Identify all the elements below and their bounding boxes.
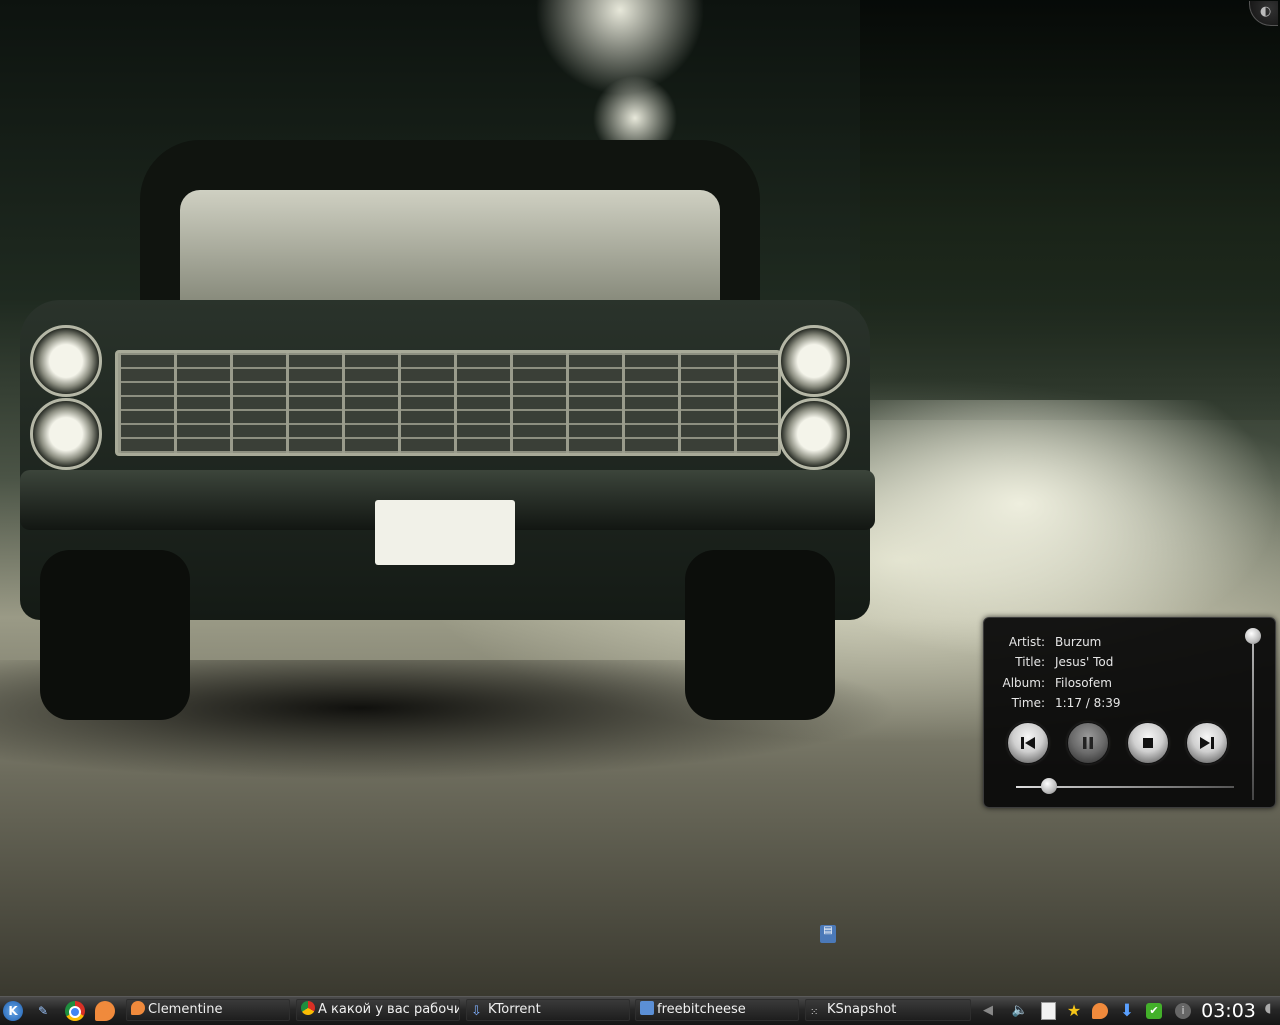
title-label: Title: bbox=[1015, 655, 1045, 670]
clementine-icon[interactable] bbox=[95, 1001, 115, 1021]
ktorrent-icon: ⇩ bbox=[471, 1004, 482, 1019]
time-row: Time: 1:17 / 8:39 bbox=[984, 693, 1224, 713]
time-value: 1:17 / 8:39 bbox=[1055, 695, 1121, 710]
car-headlight bbox=[778, 325, 850, 397]
kmail-icon[interactable]: ✎ bbox=[33, 1001, 53, 1021]
car-grille bbox=[115, 350, 781, 456]
star-icon[interactable]: ★ bbox=[1064, 1001, 1084, 1021]
title-value: Jesus' Tod bbox=[1055, 655, 1114, 670]
desktop-file-icon[interactable]: ▤ bbox=[820, 925, 836, 943]
panel-toolbox-icon[interactable]: ◖ bbox=[1258, 999, 1278, 1021]
notifications-icon[interactable]: i bbox=[1173, 1001, 1193, 1021]
now-playing-widget: Artist: Burzum Title: Jesus' Tod Album: Fil… bbox=[983, 617, 1276, 808]
kde-menu-icon[interactable]: K bbox=[3, 1001, 23, 1021]
car-headlight bbox=[778, 398, 850, 470]
download-icon[interactable]: ⬇ bbox=[1117, 1001, 1137, 1021]
task-kopete[interactable]: freebitcheese bbox=[635, 999, 799, 1021]
task-clementine[interactable]: Clementine bbox=[126, 999, 290, 1021]
desktop-wallpaper bbox=[0, 0, 1280, 996]
pause-icon bbox=[1083, 737, 1093, 749]
clementine-icon bbox=[131, 1001, 145, 1015]
volume-slider-track[interactable] bbox=[1252, 632, 1254, 800]
title-row: Title: Jesus' Tod bbox=[984, 652, 1224, 672]
chrome-icon[interactable] bbox=[65, 1001, 85, 1021]
previous-icon bbox=[1021, 737, 1035, 749]
task-label: freebitcheese bbox=[657, 1002, 746, 1017]
car-headlight bbox=[30, 325, 102, 397]
task-ksnapshot[interactable]: ⁙ KSnapshot bbox=[805, 999, 971, 1021]
task-label: А какой у вас рабочи bbox=[318, 1002, 460, 1017]
taskbar: K ✎ Clementine А какой у вас рабочи ⇩ KTo… bbox=[0, 996, 1280, 1025]
stop-icon bbox=[1143, 738, 1153, 748]
album-value: Filosofem bbox=[1055, 675, 1112, 690]
ksnapshot-icon: ⁙ bbox=[810, 1007, 819, 1018]
clementine-icon[interactable] bbox=[1090, 1001, 1110, 1021]
pause-button[interactable] bbox=[1067, 722, 1109, 764]
playback-controls bbox=[1005, 722, 1228, 766]
next-button[interactable] bbox=[1186, 722, 1228, 764]
artist-value: Burzum bbox=[1055, 635, 1102, 649]
volume-icon[interactable]: 🔈 bbox=[1010, 1001, 1030, 1021]
seek-slider-handle[interactable] bbox=[1040, 778, 1057, 794]
track-info: Artist: Burzum Title: Jesus' Tod Album: Fil… bbox=[984, 632, 1224, 713]
clock[interactable]: 03:03 bbox=[1201, 998, 1256, 1024]
car-tire bbox=[40, 550, 190, 720]
clipboard-icon[interactable] bbox=[1038, 1001, 1058, 1021]
task-ktorrent[interactable]: ⇩ KTorrent bbox=[466, 999, 630, 1021]
tray-arrow-icon[interactable]: ◀ bbox=[978, 1001, 998, 1021]
stop-button[interactable] bbox=[1127, 722, 1169, 764]
task-label: KTorrent bbox=[488, 1002, 541, 1017]
artist-label: Artist: bbox=[1008, 635, 1045, 649]
volume-slider-handle[interactable] bbox=[1245, 628, 1261, 644]
previous-button[interactable] bbox=[1007, 722, 1049, 764]
car-headlight bbox=[30, 398, 102, 470]
car-license-plate bbox=[375, 500, 515, 565]
wallpaper-car bbox=[10, 130, 875, 730]
wallpaper-trees bbox=[860, 0, 1280, 420]
album-row: Album: Filosofem bbox=[984, 673, 1224, 693]
album-label: Album: bbox=[1002, 675, 1046, 690]
task-chrome[interactable]: А какой у вас рабочи bbox=[296, 999, 460, 1021]
task-label: KSnapshot bbox=[827, 1002, 897, 1017]
artist-row: Artist: Burzum bbox=[984, 632, 1224, 652]
kopete-icon bbox=[640, 1001, 654, 1015]
next-icon bbox=[1200, 737, 1214, 749]
update-ok-icon[interactable]: ✔ bbox=[1144, 1001, 1164, 1021]
time-label: Time: bbox=[1011, 695, 1045, 710]
task-label: Clementine bbox=[148, 1002, 223, 1017]
car-tire bbox=[685, 550, 835, 720]
chrome-icon bbox=[301, 1001, 315, 1015]
